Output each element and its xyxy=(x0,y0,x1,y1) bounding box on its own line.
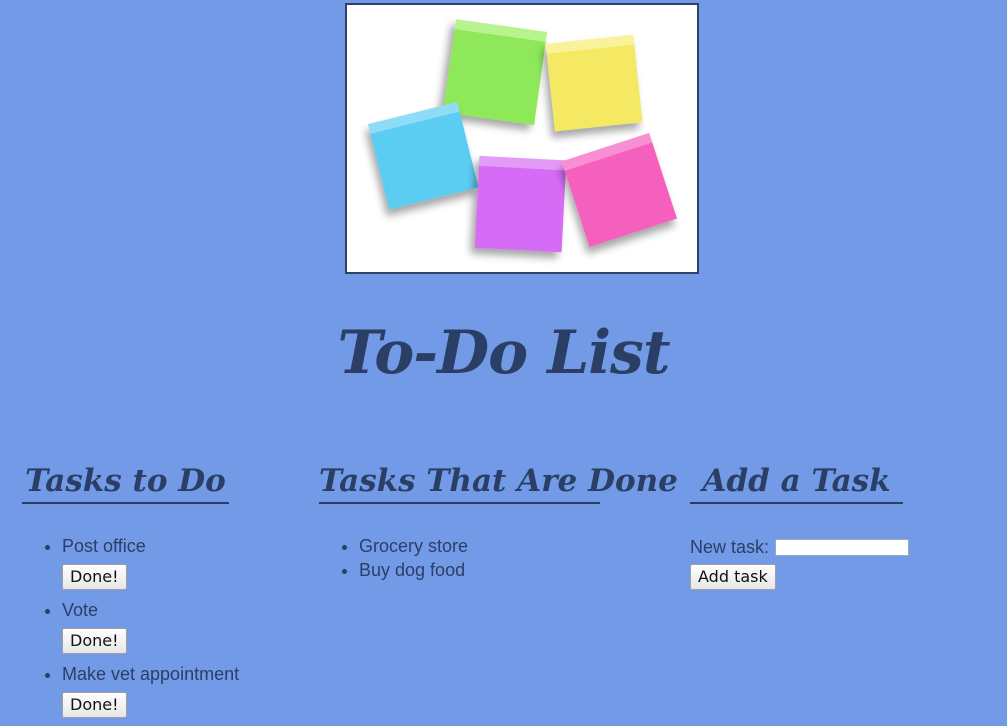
done-item: Buy dog food xyxy=(359,558,659,582)
done-item: Grocery store xyxy=(359,534,659,558)
page-title: To-Do List xyxy=(337,318,670,388)
new-task-input[interactable] xyxy=(775,538,910,556)
done-item-text: Buy dog food xyxy=(359,560,466,580)
add-task-heading: Add a Task xyxy=(690,460,903,504)
done-button[interactable]: Done! xyxy=(62,628,127,654)
new-task-row: New task: xyxy=(690,534,990,560)
new-task-label: New task: xyxy=(690,536,770,557)
todo-item: Vote Done! xyxy=(62,598,352,654)
yellow-sticky-note xyxy=(545,34,643,132)
tasks-to-do-heading: Tasks to Do xyxy=(22,460,229,504)
add-task-form: New task: Add task xyxy=(690,534,990,590)
done-button[interactable]: Done! xyxy=(62,564,127,590)
done-item-text: Grocery store xyxy=(359,536,469,556)
todo-item-text: Make vet appointment xyxy=(62,664,240,684)
done-task-list: Grocery store Buy dog food xyxy=(319,534,659,582)
todo-item: Make vet appointment Done! xyxy=(62,662,352,718)
todo-item: Post office Done! xyxy=(62,534,352,590)
todo-item-text: Vote xyxy=(62,600,99,620)
tasks-done-heading: Tasks That Are Done xyxy=(319,460,678,504)
purple-sticky-note xyxy=(474,155,567,253)
sticky-notes-image xyxy=(345,3,699,274)
todo-task-list: Post office Done! Vote Done! Make vet ap… xyxy=(22,534,352,726)
add-task-button[interactable]: Add task xyxy=(690,564,776,590)
todo-item-text: Post office xyxy=(62,536,146,556)
blue-sticky-note xyxy=(367,101,479,210)
pink-sticky-note xyxy=(561,132,677,247)
